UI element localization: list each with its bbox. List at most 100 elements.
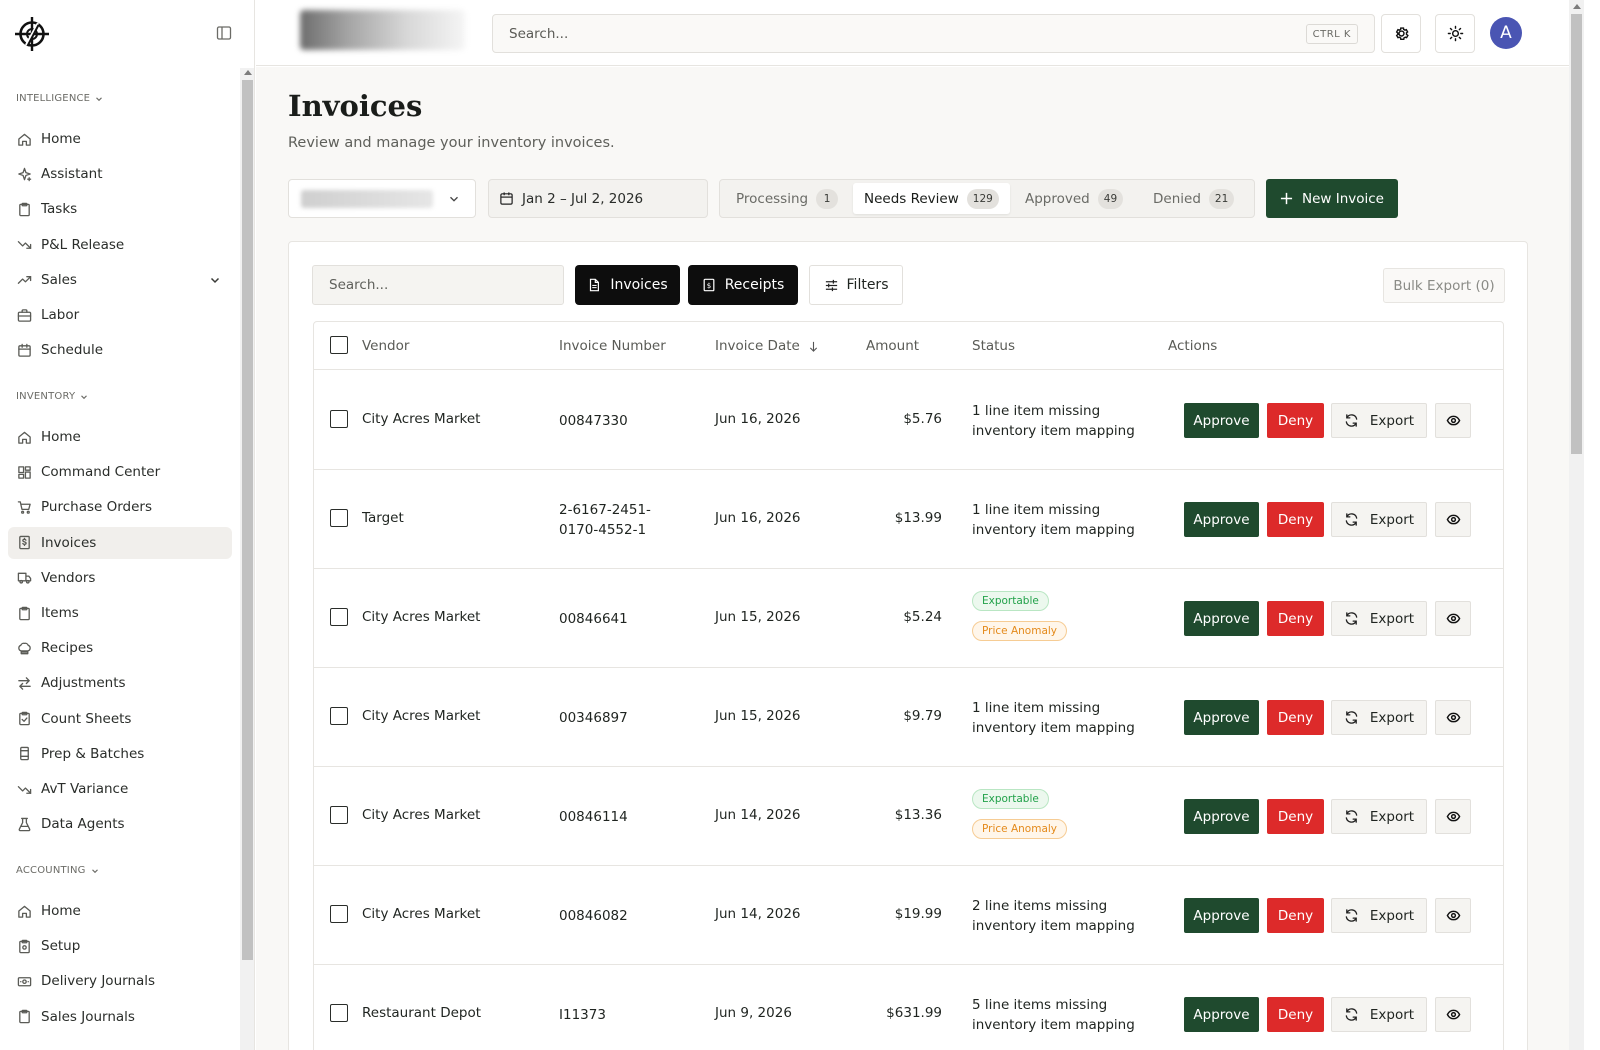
view-button[interactable] xyxy=(1435,700,1471,735)
select-all-checkbox[interactable] xyxy=(330,336,348,354)
approve-button[interactable]: Approve xyxy=(1184,898,1259,933)
date-range-picker[interactable]: Jan 2 – Jul 2, 2026 xyxy=(488,179,708,218)
sidebar-item-invoices[interactable]: Invoices xyxy=(8,526,232,559)
view-button[interactable] xyxy=(1435,403,1471,438)
scroll-up-icon[interactable] xyxy=(244,70,252,75)
approve-button[interactable]: Approve xyxy=(1184,997,1259,1032)
sidebar-item-recipes[interactable]: Recipes xyxy=(8,632,232,664)
sidebar-item-items[interactable]: Items xyxy=(8,597,232,629)
vendor-cell: City Acres Market xyxy=(362,807,481,823)
briefcase-icon xyxy=(17,308,32,322)
export-button[interactable]: Export xyxy=(1331,799,1427,834)
location-select[interactable] xyxy=(288,179,476,218)
export-button[interactable]: Export xyxy=(1331,898,1427,933)
sidebar-item-labor[interactable]: Labor xyxy=(8,299,232,331)
table-row[interactable]: City Acres Market 00346897 Jun 15, 2026 … xyxy=(314,668,1503,767)
view-button[interactable] xyxy=(1435,502,1471,537)
deny-button[interactable]: Deny xyxy=(1267,799,1324,834)
col-amount[interactable]: Amount xyxy=(866,338,919,354)
view-button[interactable] xyxy=(1435,799,1471,834)
sidebar-item-home[interactable]: Home xyxy=(8,123,232,155)
sidebar-scrollbar[interactable] xyxy=(240,68,254,1050)
scrollbar-thumb[interactable] xyxy=(1571,14,1582,454)
row-checkbox[interactable] xyxy=(330,806,348,824)
section-accounting-header[interactable]: ACCOUNTING xyxy=(16,865,100,876)
approve-button[interactable]: Approve xyxy=(1184,601,1259,636)
tab-needs-review[interactable]: Needs Review 129 xyxy=(853,183,1010,214)
sidebar-item-command-center[interactable]: Command Center xyxy=(8,456,232,488)
sidebar-item-p-l-release[interactable]: P&L Release xyxy=(8,229,232,261)
col-invoice-number[interactable]: Invoice Number xyxy=(559,338,666,354)
approve-button[interactable]: Approve xyxy=(1184,403,1259,438)
sidebar-item-sales-journals[interactable]: Sales Journals xyxy=(8,1001,232,1033)
sidebar-item-adjustments[interactable]: Adjustments xyxy=(8,667,232,699)
scrollbar-thumb[interactable] xyxy=(242,80,253,960)
view-button[interactable] xyxy=(1435,601,1471,636)
sidebar-item-assistant[interactable]: Assistant xyxy=(8,158,232,190)
table-row[interactable]: City Acres Market 00846641 Jun 15, 2026 … xyxy=(314,569,1503,668)
sidebar-item-schedule[interactable]: Schedule xyxy=(8,334,232,366)
page-scrollbar[interactable] xyxy=(1569,0,1584,1050)
sidebar-item-vendors[interactable]: Vendors xyxy=(8,562,232,594)
deny-button[interactable]: Deny xyxy=(1267,898,1324,933)
sidebar-item-delivery-journals[interactable]: Delivery Journals xyxy=(8,965,232,997)
row-checkbox[interactable] xyxy=(330,1004,348,1022)
tab-approved[interactable]: Approved 49 xyxy=(1014,183,1134,214)
receipts-toggle-button[interactable]: $ Receipts xyxy=(688,265,798,305)
sidebar-item-count-sheets[interactable]: Count Sheets xyxy=(8,703,232,735)
user-avatar[interactable]: A xyxy=(1490,17,1522,49)
row-checkbox[interactable] xyxy=(330,410,348,428)
sidebar-item-data-agents[interactable]: Data Agents xyxy=(8,808,232,840)
deny-button[interactable]: Deny xyxy=(1267,700,1324,735)
invoices-toggle-button[interactable]: Invoices xyxy=(575,265,680,305)
tab-denied[interactable]: Denied 21 xyxy=(1142,183,1245,214)
export-button[interactable]: Export xyxy=(1331,700,1427,735)
section-inventory-header[interactable]: INVENTORY xyxy=(16,391,89,402)
export-button[interactable]: Export xyxy=(1331,502,1427,537)
new-invoice-button[interactable]: New Invoice xyxy=(1266,179,1398,218)
sidebar-item-prep-batches[interactable]: Prep & Batches xyxy=(8,738,232,770)
logo-icon[interactable] xyxy=(14,16,50,52)
col-vendor[interactable]: Vendor xyxy=(362,338,409,354)
approve-button[interactable]: Approve xyxy=(1184,799,1259,834)
sidebar-item-setup[interactable]: Setup xyxy=(8,930,232,962)
table-row[interactable]: Target 2-6167-2451-0170-4552-1 Jun 16, 2… xyxy=(314,470,1503,569)
bulk-export-button[interactable]: Bulk Export (0) xyxy=(1383,268,1505,303)
sidebar-toggle-icon[interactable] xyxy=(216,25,232,41)
row-checkbox[interactable] xyxy=(330,608,348,626)
row-checkbox[interactable] xyxy=(330,509,348,527)
row-checkbox[interactable] xyxy=(330,707,348,725)
deny-button[interactable]: Deny xyxy=(1267,502,1324,537)
approve-button[interactable]: Approve xyxy=(1184,700,1259,735)
sidebar-item-home[interactable]: Home xyxy=(8,895,232,927)
deny-button[interactable]: Deny xyxy=(1267,601,1324,636)
global-search-input[interactable]: Search... CTRL K xyxy=(492,14,1375,53)
invoice-search-input[interactable]: Search... xyxy=(312,265,564,305)
filters-button[interactable]: Filters xyxy=(809,265,903,305)
export-button[interactable]: Export xyxy=(1331,403,1427,438)
sidebar-item-purchase-orders[interactable]: Purchase Orders xyxy=(8,491,232,523)
sidebar-item-sales[interactable]: Sales xyxy=(8,264,232,296)
settings-button[interactable] xyxy=(1381,14,1421,53)
scroll-up-icon[interactable] xyxy=(1573,4,1581,9)
table-row[interactable]: City Acres Market 00846114 Jun 14, 2026 … xyxy=(314,767,1503,866)
view-button[interactable] xyxy=(1435,997,1471,1032)
table-row[interactable]: City Acres Market 00847330 Jun 16, 2026 … xyxy=(314,371,1503,470)
chevron-down-icon[interactable] xyxy=(208,273,222,287)
view-button[interactable] xyxy=(1435,898,1471,933)
theme-toggle-button[interactable] xyxy=(1435,14,1475,53)
col-invoice-date[interactable]: Invoice Date xyxy=(715,338,819,354)
row-checkbox[interactable] xyxy=(330,905,348,923)
section-intelligence-header[interactable]: INTELLIGENCE xyxy=(16,93,104,104)
tab-processing[interactable]: Processing 1 xyxy=(725,183,849,214)
sidebar-item-avt-variance[interactable]: AvT Variance xyxy=(8,773,232,805)
export-button[interactable]: Export xyxy=(1331,601,1427,636)
deny-button[interactable]: Deny xyxy=(1267,997,1324,1032)
approve-button[interactable]: Approve xyxy=(1184,502,1259,537)
sidebar-item-home[interactable]: Home xyxy=(8,421,232,453)
deny-button[interactable]: Deny xyxy=(1267,403,1324,438)
table-row[interactable]: Restaurant Depot I11373 Jun 9, 2026 $631… xyxy=(314,965,1503,1050)
sidebar-item-tasks[interactable]: Tasks xyxy=(8,193,232,225)
export-button[interactable]: Export xyxy=(1331,997,1427,1032)
table-row[interactable]: City Acres Market 00846082 Jun 14, 2026 … xyxy=(314,866,1503,965)
